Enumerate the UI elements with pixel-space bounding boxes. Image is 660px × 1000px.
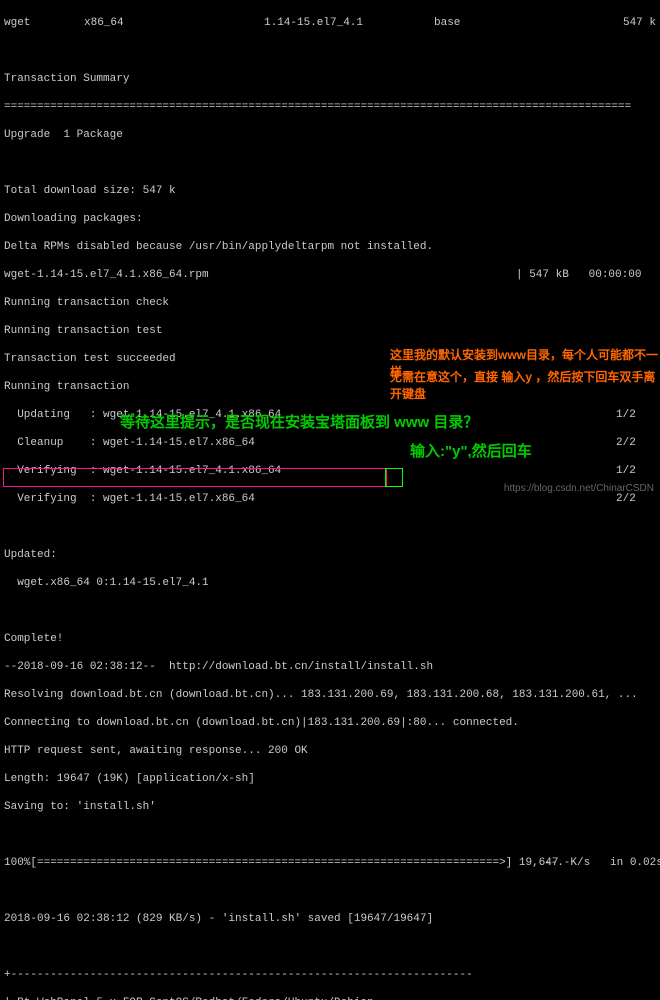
rpm-file: wget-1.14-15.el7_4.1.x86_64.rpm (4, 268, 516, 282)
col-size: 547 k (560, 16, 656, 30)
divider: ========================================… (4, 100, 656, 114)
col-repo: base (434, 16, 560, 30)
col-version: 1.14-15.el7_4.1 (264, 16, 434, 30)
step-verify-2: Verifying : wget-1.14-15.el7.x86_642/2 (4, 492, 656, 506)
wget-length: Length: 19647 (19K) [application/x-sh] (4, 772, 656, 786)
wget-saving: Saving to: 'install.sh' (4, 800, 656, 814)
rpm-download: wget-1.14-15.el7_4.1.x86_64.rpm| 547 kB … (4, 268, 656, 282)
watermark: https://blog.csdn.net/ChinarCSDN (504, 483, 654, 494)
wget-saved: 2018-09-16 02:38:12 (829 KB/s) - 'instal… (4, 912, 656, 926)
terminal-output: wgetx86_641.14-15.el7_4.1base547 k Trans… (0, 0, 660, 1000)
step-cleanup: Cleanup : wget-1.14-15.el7.x86_642/2 (4, 436, 656, 450)
summary-title: Transaction Summary (4, 72, 656, 86)
updated-package: wget.x86_64 0:1.14-15.el7_4.1 (4, 576, 656, 590)
step-verify-1: Verifying : wget-1.14-15.el7_4.1.x86_641… (4, 464, 656, 478)
wget-resolve: Resolving download.bt.cn (download.bt.cn… (4, 688, 656, 702)
complete: Complete! (4, 632, 656, 646)
wget-progress: 100%[===================================… (4, 856, 656, 870)
wget-connect: Connecting to download.bt.cn (download.b… (4, 716, 656, 730)
total-download: Total download size: 547 k (4, 184, 656, 198)
wget-http: HTTP request sent, awaiting response... … (4, 744, 656, 758)
separator: +---------------------------------------… (4, 968, 656, 982)
col-arch: x86_64 (84, 16, 264, 30)
bt-title: | Bt-WebPanel 5.x FOR CentOS/Redhat/Fedo… (4, 996, 656, 1000)
upgrade-summary: Upgrade 1 Package (4, 128, 656, 142)
col-name: wget (4, 16, 84, 30)
annotation-4: 输入:"y",然后回车 (410, 440, 532, 461)
wget-start: --2018-09-16 02:38:12-- http://download.… (4, 660, 656, 674)
trans-test: Running transaction test (4, 324, 656, 338)
annotation-3: 等待这里提示，是否现在安装宝塔面板到 www 目录？ (120, 411, 478, 432)
pkg-header-row: wgetx86_641.14-15.el7_4.1base547 k (4, 16, 656, 30)
updated-label: Updated: (4, 548, 656, 562)
downloading-packages: Downloading packages: (4, 212, 656, 226)
delta-rpms: Delta RPMs disabled because /usr/bin/app… (4, 240, 656, 254)
rpm-status: | 547 kB 00:00:00 (516, 268, 656, 282)
annotation-2: 无需在意这个，直接 输入y ，然后按下回车双手离开键盘 (390, 368, 660, 402)
trans-check: Running transaction check (4, 296, 656, 310)
